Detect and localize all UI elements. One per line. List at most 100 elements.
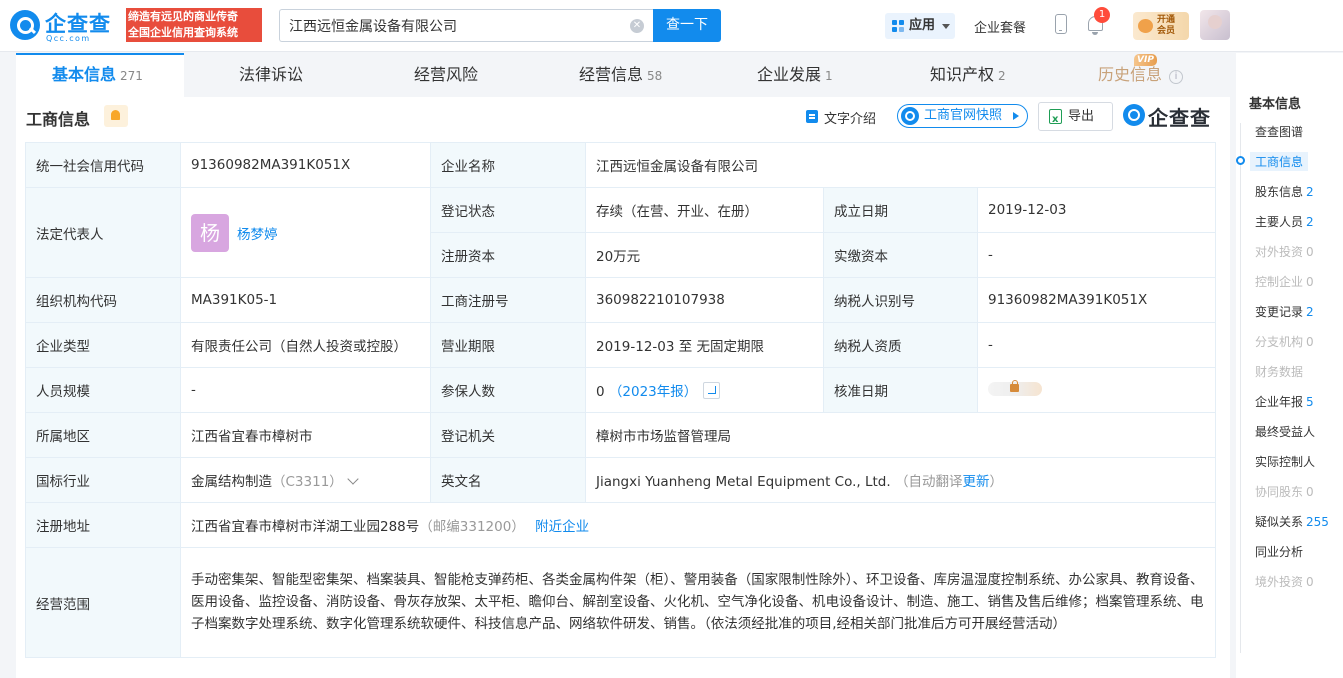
- address-value: 江西省宜春市樟树市洋湖工业园288号: [191, 519, 420, 535]
- logo[interactable]: 企查查 Qcc.com: [10, 8, 122, 44]
- anchor-nav-item-overseas-investment[interactable]: 境外投资 0: [1250, 572, 1319, 591]
- trend-chart-icon[interactable]: [703, 382, 721, 399]
- table-row: 经营范围 手动密集架、智能型密集架、档案装具、智能枪支弹药柜、各类金属构件架（柜…: [25, 547, 1216, 658]
- tab-ip[interactable]: 知识产权 2: [930, 53, 1006, 97]
- anchor-nav-label: 最终受益人: [1255, 425, 1316, 439]
- anchor-nav-item-ultimate-beneficiary[interactable]: 最终受益人: [1250, 422, 1320, 441]
- clear-search-icon[interactable]: ✕: [630, 19, 644, 33]
- info-icon: i: [1169, 70, 1184, 84]
- export-button[interactable]: 导出: [1038, 102, 1113, 133]
- vip-heart-icon: [1138, 19, 1153, 33]
- anchor-nav-item-change-records[interactable]: 变更记录 2: [1250, 302, 1319, 321]
- anchor-nav-count: 2: [1306, 215, 1314, 229]
- taxpayer-id-label: 纳税人识别号: [823, 277, 978, 323]
- vip-locked-value[interactable]: [988, 380, 1042, 396]
- anchor-nav-item-graph[interactable]: 查查图谱: [1250, 122, 1308, 141]
- anchor-nav-item-actual-controller[interactable]: 实际控制人: [1250, 452, 1320, 471]
- tab-operating-risk[interactable]: 经营风险: [414, 53, 478, 97]
- english-name-cell: Jiangxi Yuanheng Metal Equipment Co., Lt…: [585, 457, 1216, 503]
- industry-value: 金属结构制造: [191, 474, 272, 490]
- anchor-nav-item-investments[interactable]: 对外投资 0: [1250, 242, 1319, 261]
- tab-label: 知识产权: [930, 65, 995, 84]
- text-intro-link[interactable]: 文字介绍: [806, 108, 876, 127]
- anchor-nav-item-key-personnel[interactable]: 主要人员 2: [1250, 212, 1319, 231]
- anchor-nav-item-industry-analysis[interactable]: 同业分析: [1250, 542, 1308, 561]
- play-arrow-icon: [1013, 112, 1019, 120]
- table-row: 统一社会信用代码 91360982MA391K051X 企业名称 江西远恒金属设…: [25, 142, 1216, 188]
- anchor-nav-item-branches[interactable]: 分支机构 0: [1250, 332, 1319, 351]
- tab-count: 271: [120, 69, 143, 83]
- tab-label: 企业发展: [757, 65, 822, 84]
- table-row: 所属地区 江西省宜春市樟树市 登记机关 樟树市市场监督管理局: [25, 412, 1216, 458]
- tab-count: 1: [825, 69, 833, 83]
- region-value: 江西省宜春市樟树市: [180, 412, 431, 458]
- taxpayer-id-value: 91360982MA391K051X: [977, 277, 1216, 323]
- search-button[interactable]: 查一下: [653, 9, 721, 42]
- industry-cell[interactable]: 金属结构制造（C3311）: [180, 457, 431, 503]
- monitor-bell-icon[interactable]: [104, 105, 128, 127]
- address-cell: 江西省宜春市樟树市洋湖工业园288号（邮编331200） 附近企业: [180, 502, 1216, 548]
- legal-rep-avatar[interactable]: 杨: [191, 213, 229, 252]
- notification-count-badge: 1: [1094, 7, 1110, 23]
- enterprise-suite-link[interactable]: 企业套餐: [974, 17, 1026, 36]
- open-vip-button[interactable]: 开通 会员: [1133, 12, 1189, 40]
- staff-size-value: -: [180, 367, 431, 413]
- anchor-nav-item-suspected-relations[interactable]: 疑似关系 255: [1250, 512, 1334, 531]
- table-row: 法定代表人 杨杨梦婷 登记状态 存续（在营、开业、在册） 成立日期 2019-1…: [25, 187, 1216, 278]
- english-name-label: 英文名: [430, 457, 586, 503]
- postcode-value: （邮编331200）: [419, 519, 525, 535]
- anchor-nav-item-business-info[interactable]: 工商信息: [1250, 152, 1309, 171]
- caret-down-icon: [942, 24, 950, 29]
- brand-text: 企查查: [1148, 106, 1211, 130]
- reg-status-value: 存续（在营、开业、在册）: [585, 187, 824, 233]
- slogan-banner: 缔造有远见的商业传奇 全国企业信用查询系统: [126, 8, 262, 42]
- vip-button-line-2: 会员: [1157, 26, 1176, 36]
- lock-icon: [1010, 380, 1019, 392]
- credit-code-label: 统一社会信用代码: [25, 142, 181, 188]
- scope-label: 经营范围: [25, 547, 181, 658]
- anchor-nav-count: 5: [1306, 395, 1314, 409]
- tab-development[interactable]: 企业发展 1: [757, 53, 833, 97]
- mobile-app-icon[interactable]: [1055, 14, 1067, 34]
- auto-translate-note: （自动翻译: [894, 474, 963, 490]
- anchor-nav-item-annual-reports[interactable]: 企业年报 5: [1250, 392, 1319, 411]
- export-label: 导出: [1068, 109, 1095, 124]
- anchor-nav-count: 0: [1306, 485, 1314, 499]
- anchor-nav-item-shareholders[interactable]: 股东信息 2: [1250, 182, 1319, 201]
- biz-reg-no-value: 360982210107938: [585, 277, 824, 323]
- table-row: 国标行业 金属结构制造（C3311） 英文名 Jiangxi Yuanheng …: [25, 457, 1216, 503]
- nearby-companies-link[interactable]: 附近企业: [535, 519, 589, 535]
- document-icon: [806, 110, 818, 123]
- staff-size-label: 人员规模: [25, 367, 181, 413]
- excel-icon: [1049, 106, 1062, 133]
- biz-term-value: 2019-12-03 至 无固定期限: [585, 322, 824, 368]
- search-input[interactable]: [280, 10, 620, 41]
- anchor-nav-label: 同业分析: [1255, 545, 1304, 559]
- biz-term-label: 营业期限: [430, 322, 586, 368]
- anchor-nav-label: 主要人员: [1255, 215, 1304, 229]
- english-name-value: Jiangxi Yuanheng Metal Equipment Co., Lt…: [596, 474, 891, 490]
- authority-label: 登记机关: [430, 412, 586, 458]
- table-row: 注册地址 江西省宜春市樟树市洋湖工业园288号（邮编331200） 附近企业: [25, 502, 1216, 548]
- apps-menu-button[interactable]: 应用: [885, 13, 955, 39]
- official-snapshot-button[interactable]: 工商官网快照: [897, 104, 1028, 128]
- anchor-nav-item-financials[interactable]: 财务数据: [1250, 362, 1308, 381]
- anchor-nav-item-controlled-companies[interactable]: 控制企业 0: [1250, 272, 1319, 291]
- company-type-label: 企业类型: [25, 322, 181, 368]
- anchor-nav-count: 2: [1306, 305, 1314, 319]
- tab-legal[interactable]: 法律诉讼: [239, 53, 303, 97]
- legal-rep-link[interactable]: 杨梦婷: [237, 227, 278, 243]
- anchor-nav-label: 分支机构: [1255, 335, 1304, 349]
- anchor-nav-rail: [1240, 123, 1241, 653]
- apps-grid-icon: [892, 20, 904, 32]
- authority-value: 樟树市市场监督管理局: [585, 412, 1216, 458]
- anchor-nav-count: 0: [1306, 245, 1314, 259]
- user-avatar[interactable]: [1200, 10, 1230, 40]
- tab-label: 经营信息: [579, 65, 644, 84]
- anchor-nav-item-co-shareholders[interactable]: 协同股东 0: [1250, 482, 1319, 501]
- update-translation-link[interactable]: 更新: [962, 474, 989, 490]
- tab-basic-info[interactable]: 基本信息 271: [16, 53, 184, 97]
- tab-operating-info[interactable]: 经营信息 58: [579, 53, 662, 97]
- chevron-down-icon[interactable]: [347, 473, 359, 485]
- insured-report-link[interactable]: （2023年报）: [609, 384, 697, 400]
